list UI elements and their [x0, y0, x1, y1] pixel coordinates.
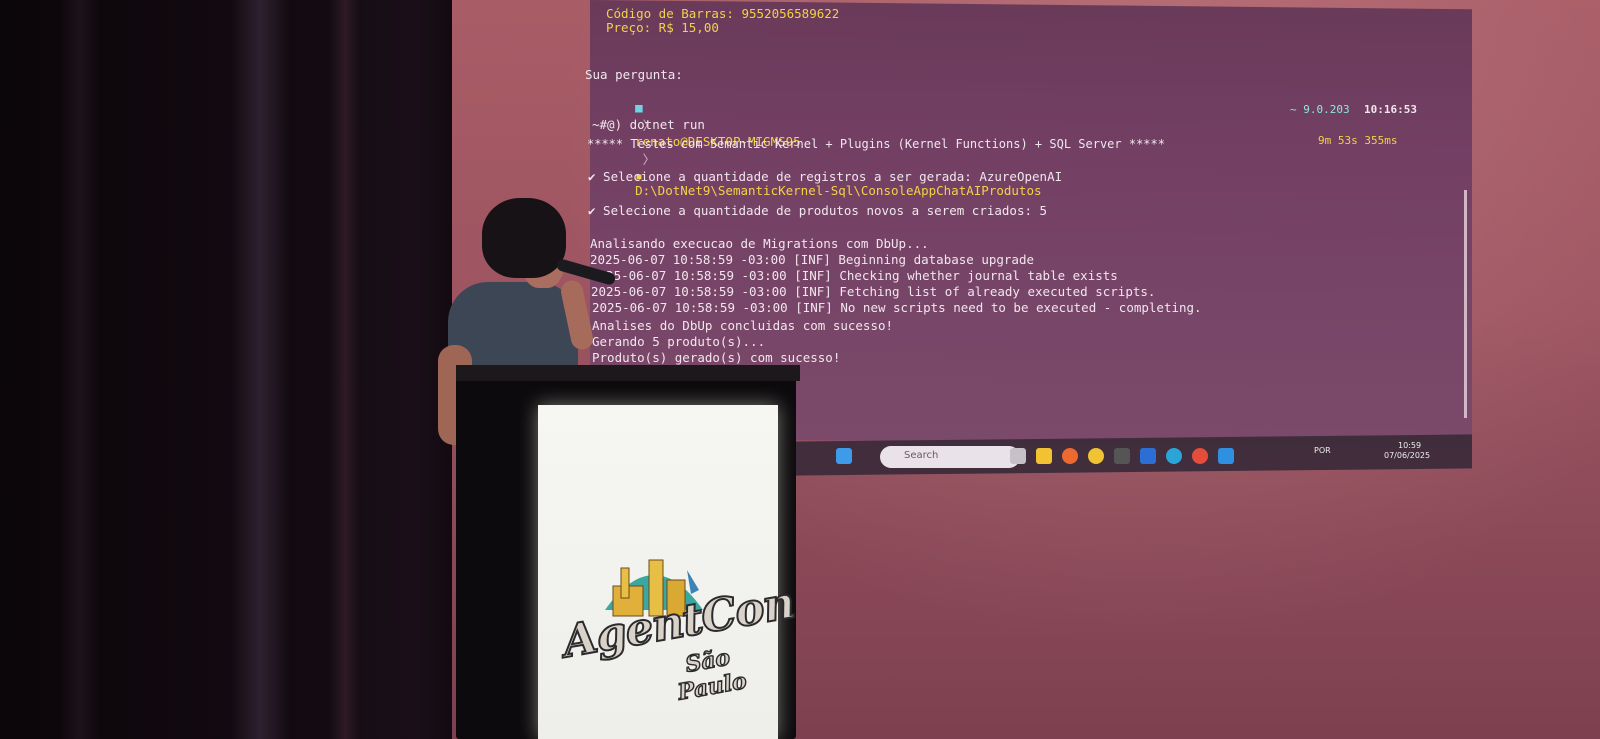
curtain-right	[330, 0, 360, 739]
terminal-log-4: 2025-06-07 10:58:59 -03:00 [INF] No new …	[592, 300, 1202, 315]
app-red-icon[interactable]	[1192, 448, 1208, 464]
terminal-generating: Gerando 5 produto(s)...	[592, 334, 766, 349]
terminal-line-question: Sua pergunta:	[585, 67, 683, 82]
terminal-log-2: 2025-06-07 10:58:59 -03:00 [INF] Checkin…	[591, 268, 1118, 283]
terminal-icon[interactable]	[1114, 448, 1130, 464]
terminal-select-products: ✔ Selecione a quantidade de produtos nov…	[588, 203, 1048, 218]
terminal-generated: Produto(s) gerado(s) com sucesso!	[592, 350, 841, 365]
terminal-command: ~#@) dotnet run	[592, 117, 705, 132]
tray-time[interactable]: 10:59	[1398, 441, 1421, 450]
terminal-dbup-start: Analisando execucao de Migrations com Db…	[590, 236, 929, 251]
task-view-icon[interactable]	[1010, 448, 1026, 464]
terminal-select-records: ✔ Selecione a quantidade de registros a …	[588, 169, 1063, 184]
curtain-left	[60, 0, 100, 739]
edge-icon[interactable]	[1166, 448, 1182, 464]
terminal-banner: ***** Testes com Semantic Kernel + Plugi…	[587, 137, 1165, 151]
prompt-path: D:\DotNet9\SemanticKernel-Sql\ConsoleApp…	[635, 183, 1042, 198]
prompt-clock: 10:16:53	[1364, 103, 1417, 116]
prompt-dotnet-version: ~ 9.0.203	[1290, 103, 1350, 116]
auditorium-stage: Código de Barras: 9552056589622 Preço: R…	[0, 0, 1600, 739]
terminal-log-1: 2025-06-07 10:58:59 -03:00 [INF] Beginni…	[590, 252, 1035, 267]
windows-start-icon[interactable]	[836, 448, 852, 464]
terminal-log-3: 2025-06-07 10:58:59 -03:00 [INF] Fetchin…	[591, 284, 1156, 299]
word-icon[interactable]	[1140, 448, 1156, 464]
speaker-hair	[482, 198, 566, 278]
file-explorer-icon[interactable]	[1036, 448, 1052, 464]
firefox-icon[interactable]	[1062, 448, 1078, 464]
terminal-dbup-done: Analises do DbUp concluidas com sucesso!	[592, 318, 894, 333]
windows-prompt-icon: ■	[635, 100, 643, 115]
tray-date[interactable]: 07/06/2025	[1384, 451, 1430, 460]
chrome-icon[interactable]	[1088, 448, 1104, 464]
tray-language[interactable]: POR	[1314, 446, 1331, 455]
taskbar-search-input[interactable]	[880, 446, 1020, 468]
terminal-scrollbar[interactable]	[1464, 190, 1467, 418]
podium-top	[456, 365, 800, 381]
vscode-icon[interactable]	[1218, 448, 1234, 464]
path-chevron-icon: 〉	[635, 152, 656, 167]
terminal-line-barcode: Código de Barras: 9552056589622	[606, 6, 840, 21]
curtain-mid	[230, 0, 290, 739]
terminal-line-price: Preço: R$ 15,00	[606, 20, 719, 35]
taskbar-search-placeholder: Search	[904, 450, 939, 461]
prompt-elapsed-time: 9m 53s 355ms	[1318, 134, 1398, 147]
